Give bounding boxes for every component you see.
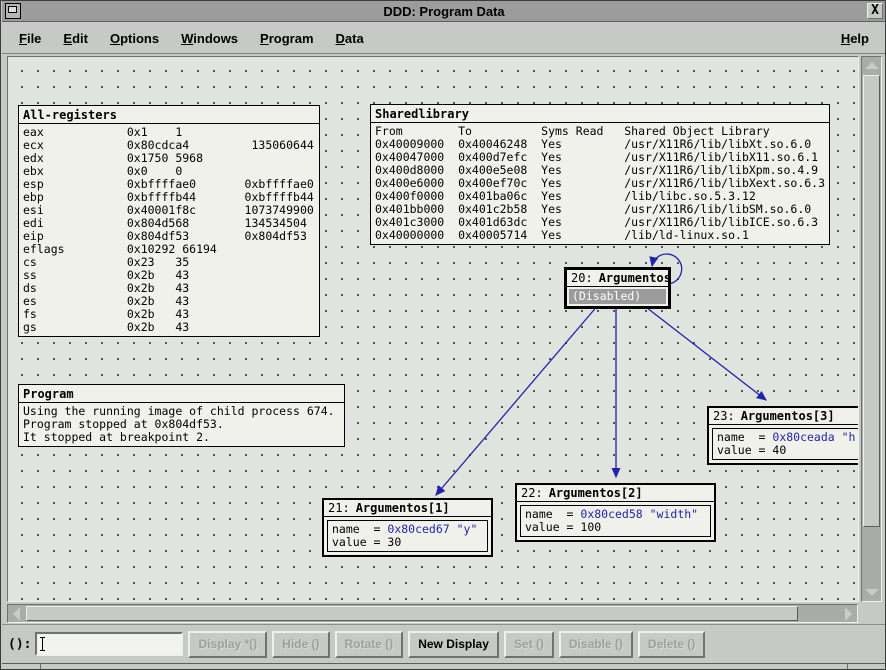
scroll-up-icon[interactable] — [862, 57, 881, 74]
hide-button[interactable]: Hide () — [272, 631, 329, 658]
program-status-lines: Using the running image of child process… — [19, 403, 344, 446]
horizontal-scrollbar-thumb[interactable] — [26, 606, 798, 621]
node-21-title: 21: Argumentos[1] — [324, 500, 491, 517]
field-label: name = — [332, 522, 387, 536]
argument-field-frame — [35, 632, 183, 656]
pointer-value: 0x80ced67 "y" — [387, 522, 477, 536]
menu-options[interactable]: Options — [99, 27, 170, 50]
node-21-name: Argumentos[1] — [356, 501, 450, 515]
right-triangle-icon — [845, 607, 852, 621]
number-value: 40 — [772, 443, 786, 457]
argument-toolbar: (): Display *() Hide () Rotate () New Di… — [2, 624, 886, 663]
horizontal-scrollbar[interactable] — [7, 604, 858, 623]
scroll-down-icon[interactable] — [862, 584, 881, 601]
field-label: name = — [525, 507, 580, 521]
ddd-program-data-window: DDD: Program Data X File Edit Options Wi… — [0, 0, 886, 670]
delete-button[interactable]: Delete () — [638, 631, 705, 658]
rotate-button[interactable]: Rotate () — [335, 631, 404, 658]
resize-notch-left — [40, 664, 41, 670]
node-20-disabled-value[interactable]: (Disabled) — [569, 289, 666, 304]
node-23-name: Argumentos[3] — [741, 409, 835, 423]
scroll-left-icon[interactable] — [8, 605, 25, 622]
sharedlibrary-box[interactable]: Sharedlibrary From To Syms Read Shared O… — [370, 104, 830, 245]
node-22-field-value: value = 100 — [525, 521, 706, 534]
display-node-20[interactable]: 20: Argumentos (Disabled) — [564, 267, 671, 309]
window-title: DDD: Program Data — [2, 4, 886, 19]
node-21-number[interactable]: 21: — [328, 501, 350, 515]
node-20-name: Argumentos — [599, 271, 671, 285]
up-triangle-icon — [865, 62, 879, 69]
close-icon[interactable]: X — [867, 3, 883, 19]
argument-label: (): — [8, 637, 31, 652]
vertical-scrollbar-thumb[interactable] — [863, 75, 880, 527]
pointer-value: 0x80ced58 "width" — [580, 507, 698, 521]
menu-windows[interactable]: Windows — [170, 27, 249, 50]
menu-data[interactable]: Data — [325, 27, 375, 50]
display-node-22[interactable]: 22: Argumentos[2] name = 0x80ced58 "width… — [515, 483, 716, 542]
pointer-value: 0x80ceada "h — [772, 430, 855, 444]
node-21-field-value: value = 30 — [332, 536, 483, 549]
field-label: name = — [717, 430, 772, 444]
display-button[interactable]: Display *() — [188, 631, 267, 658]
menu-program[interactable]: Program — [249, 27, 324, 50]
display-node-23[interactable]: 23: Argumentos[3] name = 0x80ceada "h val… — [707, 406, 859, 465]
node-22-title: 22: Argumentos[2] — [517, 485, 714, 502]
sharedlibrary-title: Sharedlibrary — [371, 105, 829, 123]
title-bar[interactable]: DDD: Program Data X — [2, 1, 886, 22]
edge-20-21 — [436, 304, 599, 495]
program-title: Program — [19, 385, 344, 403]
left-triangle-icon — [13, 607, 20, 621]
menu-edit[interactable]: Edit — [52, 27, 99, 50]
sharedlibrary-rows: 0x40009000 0x40046248 Yes /usr/X11R6/lib… — [371, 138, 829, 244]
node-22-number[interactable]: 22: — [521, 486, 543, 500]
node-22-values[interactable]: name = 0x80ced58 "width" value = 100 — [520, 505, 711, 537]
resize-notch-right — [847, 664, 848, 670]
node-23-title: 23: Argumentos[3] — [709, 408, 859, 425]
display-node-21[interactable]: 21: Argumentos[1] name = 0x80ced67 "y" va… — [322, 498, 493, 557]
program-box[interactable]: Program Using the running image of child… — [18, 384, 345, 447]
field-label: value = — [525, 520, 580, 534]
scroll-right-icon[interactable] — [840, 605, 857, 622]
number-value: 30 — [387, 535, 401, 549]
down-triangle-icon — [865, 589, 879, 596]
node-22-name: Argumentos[2] — [549, 486, 643, 500]
sharedlibrary-header: From To Syms Read Shared Object Library — [371, 123, 829, 138]
text-caret — [42, 637, 43, 651]
menu-file[interactable]: File — [8, 27, 52, 50]
disable-button[interactable]: Disable () — [559, 631, 633, 658]
all-registers-box[interactable]: All-registers eax 0x1 1 ecx 0x80cdca4 13… — [18, 105, 320, 337]
all-registers-title: All-registers — [19, 106, 319, 124]
edge-20-23 — [642, 304, 766, 400]
field-label: value = — [332, 535, 387, 549]
data-display-canvas[interactable]: All-registers eax 0x1 1 ecx 0x80cdca4 13… — [7, 56, 859, 602]
menu-bar: File Edit Options Windows Program Data H… — [2, 23, 886, 54]
node-23-values[interactable]: name = 0x80ceada "h value = 40 — [712, 428, 859, 460]
field-label: value = — [717, 443, 772, 457]
vertical-scrollbar[interactable] — [861, 56, 882, 602]
number-value: 100 — [580, 520, 601, 534]
node-23-field-value: value = 40 — [717, 444, 859, 457]
set-button[interactable]: Set () — [504, 631, 554, 658]
new-display-button[interactable]: New Display — [408, 631, 499, 658]
menu-help[interactable]: Help — [830, 27, 880, 50]
window-resize-strip[interactable] — [2, 663, 886, 670]
node-20-title: 20: Argumentos — [567, 270, 668, 287]
all-registers-values: eax 0x1 1 ecx 0x80cdca4 135060644 edx 0x… — [19, 124, 319, 336]
node-23-number[interactable]: 23: — [713, 409, 735, 423]
node-21-values[interactable]: name = 0x80ced67 "y" value = 30 — [327, 520, 488, 552]
node-20-number[interactable]: 20: — [571, 271, 593, 285]
argument-input[interactable] — [37, 634, 181, 654]
